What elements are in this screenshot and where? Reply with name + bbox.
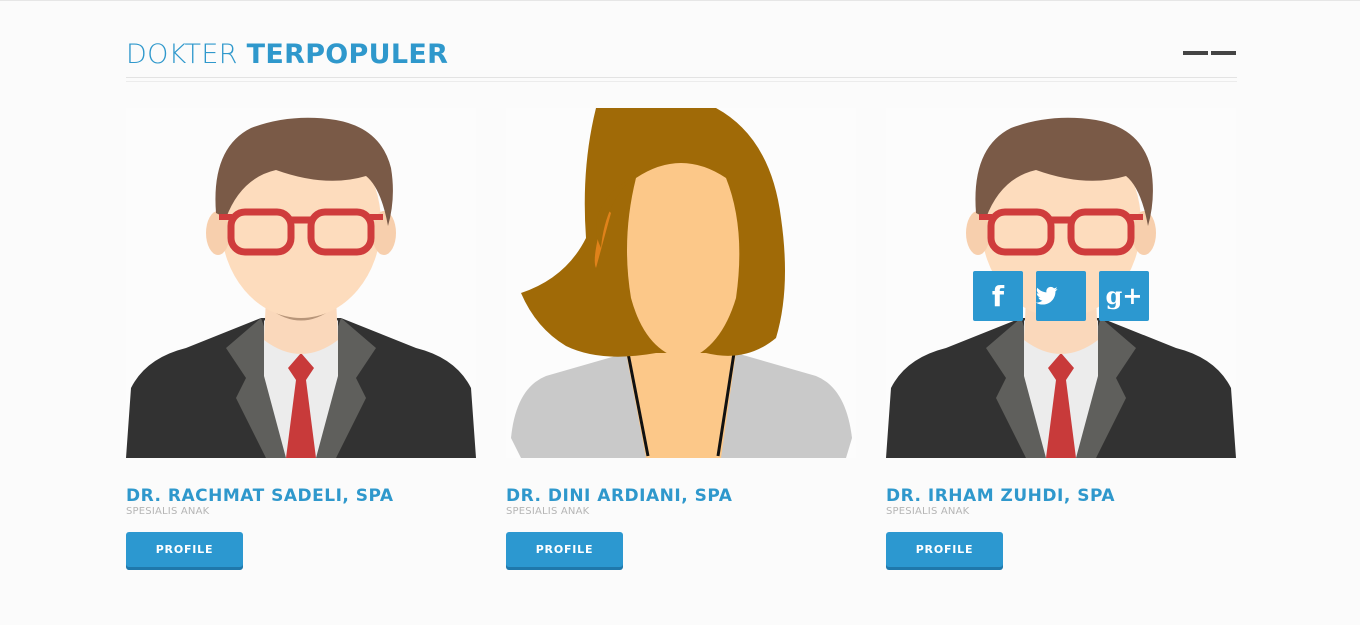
section-header: DOKTER TERPOPULER (126, 36, 1237, 82)
google-plus-icon[interactable]: g+ (1099, 271, 1149, 321)
header-divider (126, 77, 1237, 78)
twitter-bird-icon (1036, 286, 1058, 305)
doctor-card: DR. DINI ARDIANI, SPA SPESIALIS ANAK PRO… (506, 108, 856, 567)
section-title: DOKTER TERPOPULER (126, 38, 448, 72)
twitter-icon[interactable] (1036, 271, 1086, 321)
google-plus-glyph: g+ (1105, 281, 1143, 310)
top-border (0, 0, 1360, 1)
facebook-icon[interactable]: f (973, 271, 1023, 321)
header-divider-secondary (126, 81, 1237, 82)
doctor-card: DR. RACHMAT SADELI, SPA SPESIALIS ANAK P… (126, 108, 476, 567)
male-doctor-avatar-icon (126, 108, 476, 458)
doctor-photo[interactable] (126, 108, 476, 458)
carousel-nav (1183, 51, 1237, 57)
doctor-card: f g+ DR. IRHAM ZUHDI, SPA SPESIALIS ANAK… (886, 108, 1236, 567)
section-title-bold: TERPOPULER (246, 39, 449, 70)
female-doctor-avatar-icon (506, 108, 856, 458)
section-title-light: DOKTER (126, 39, 238, 70)
facebook-glyph: f (991, 280, 1005, 313)
profile-button[interactable]: PROFILE (886, 532, 1003, 567)
carousel-next-button[interactable] (1211, 51, 1236, 55)
profile-button[interactable]: PROFILE (506, 532, 623, 567)
doctor-photo[interactable] (506, 108, 856, 458)
profile-button[interactable]: PROFILE (126, 532, 243, 567)
carousel-prev-button[interactable] (1183, 51, 1208, 55)
social-overlay: f g+ (973, 271, 1149, 321)
doctor-photo[interactable]: f g+ (886, 108, 1236, 458)
